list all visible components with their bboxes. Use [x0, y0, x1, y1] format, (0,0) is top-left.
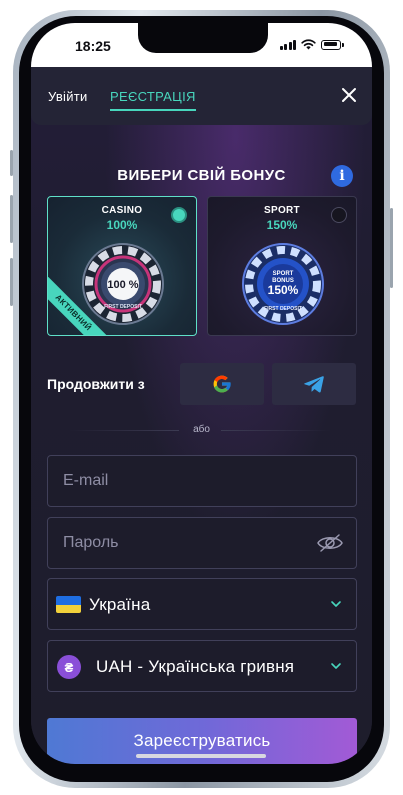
telegram-login-button[interactable] — [272, 363, 356, 405]
casino-chip-text: 100 % — [107, 279, 138, 291]
sport-chip-subtext: FIRST DEPOSIT — [264, 306, 302, 312]
registration-modal: Увійти РЕЄСТРАЦІЯ ВИБЕРИ СВІЙ БОНУС i CA… — [31, 67, 372, 764]
phone-power-button — [390, 208, 393, 288]
email-input[interactable] — [48, 456, 356, 506]
chevron-down-icon — [331, 601, 341, 607]
status-icons — [279, 39, 344, 50]
tab-login[interactable]: Увійти — [48, 89, 88, 104]
battery-tip — [342, 42, 344, 47]
country-select[interactable]: Україна — [47, 578, 357, 630]
active-tab-underline — [110, 109, 196, 111]
password-input[interactable] — [48, 518, 356, 568]
currency-value: UAH - Українська гривня — [96, 657, 295, 676]
sport-chip-icon: SPORT BONUS 150% FIRST DEPOSIT — [242, 243, 324, 325]
ukraine-flag-icon — [56, 596, 81, 613]
info-icon[interactable]: i — [331, 165, 353, 187]
wifi-icon — [301, 39, 316, 50]
bonus-radio-selected[interactable] — [171, 207, 187, 223]
phone-volume-down — [10, 258, 13, 306]
telegram-icon — [304, 376, 324, 393]
modal-header: Увійти РЕЄСТРАЦІЯ — [31, 67, 372, 125]
casino-chip-subtext: FIRST DEPOSIT — [104, 304, 142, 310]
notch — [138, 23, 268, 53]
hryvnia-icon: ₴ — [57, 655, 81, 679]
status-time: 18:25 — [75, 38, 111, 54]
currency-select[interactable]: ₴ UAH - Українська гривня — [47, 640, 357, 692]
phone-volume-up — [10, 195, 13, 243]
continue-with-label: Продовжити з — [47, 376, 145, 392]
status-bar: 18:25 — [31, 23, 372, 67]
chevron-down-icon — [331, 663, 341, 669]
phone-screen: 18:25 Увійти РЕЄСТРАЦІЯ ВИБЕРИ СВІЙ БОНУ… — [31, 23, 372, 764]
google-login-button[interactable] — [180, 363, 264, 405]
close-icon[interactable] — [340, 86, 358, 104]
divider-right — [221, 430, 331, 431]
eye-off-icon[interactable] — [316, 532, 344, 554]
bonus-title: ВИБЕРИ СВІЙ БОНУС — [117, 167, 286, 184]
casino-chip-icon: 100 % FIRST DEPOSIT — [82, 243, 164, 325]
country-value: Україна — [89, 595, 151, 614]
email-field[interactable] — [47, 455, 357, 507]
signal-icon — [279, 39, 296, 50]
password-field[interactable] — [47, 517, 357, 569]
google-icon — [213, 375, 231, 393]
bonus-card-sport[interactable]: SPORT 150% SPORT BONUS 150% FIRST DEPOSI… — [207, 196, 357, 336]
tab-registration[interactable]: РЕЄСТРАЦІЯ — [110, 89, 196, 104]
sport-chip-top: SPORT — [273, 271, 294, 277]
phone-mute-switch — [10, 150, 13, 176]
home-indicator — [136, 754, 266, 758]
sport-chip-text: 150% — [268, 283, 299, 297]
battery-icon — [321, 39, 341, 50]
bonus-radio-unselected[interactable] — [331, 207, 347, 223]
bonus-card-casino[interactable]: CASINO 100% 100 % FIRST DEPOSIT АКТИВНИЙ — [47, 196, 197, 336]
